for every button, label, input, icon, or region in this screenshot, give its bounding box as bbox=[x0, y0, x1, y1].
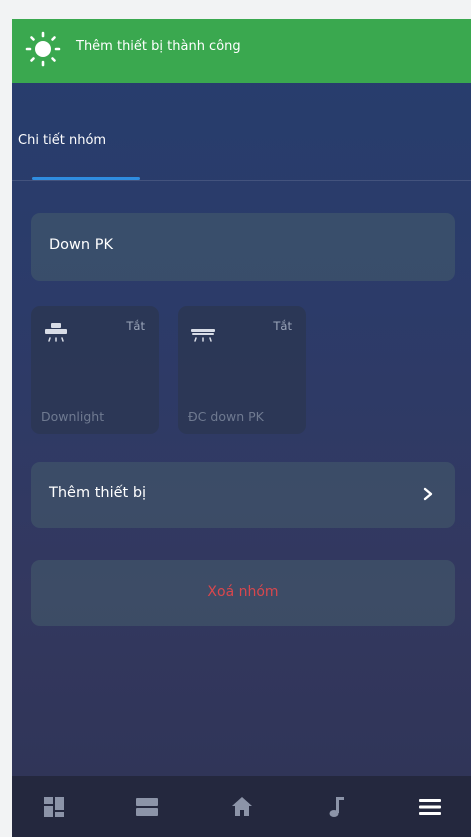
ceiling-ac-icon bbox=[191, 329, 215, 342]
device-state: Tắt bbox=[126, 319, 145, 333]
menu-icon[interactable] bbox=[417, 794, 443, 820]
tab-group-details[interactable]: Chi tiết nhóm bbox=[18, 133, 106, 148]
home-icon[interactable] bbox=[229, 794, 255, 820]
group-name-value: Down PK bbox=[49, 237, 113, 253]
downlight-icon bbox=[45, 323, 67, 342]
device-name: ĐC down PK bbox=[188, 409, 264, 424]
device-state: Tắt bbox=[273, 319, 292, 333]
app-screen: Thêm thiết bị thành công Chi tiết nhóm D… bbox=[12, 19, 471, 837]
list-icon[interactable] bbox=[134, 794, 160, 820]
delete-group-button[interactable]: Xoá nhóm bbox=[31, 560, 455, 626]
device-name: Downlight bbox=[41, 409, 105, 424]
device-tile-downlight[interactable]: Tắt Downlight bbox=[31, 306, 159, 434]
music-icon[interactable] bbox=[325, 794, 351, 820]
bottom-navigation bbox=[12, 776, 471, 837]
group-name-field[interactable]: Down PK bbox=[31, 213, 455, 281]
add-device-label: Thêm thiết bị bbox=[49, 485, 147, 501]
device-tile-dc-down-pk[interactable]: Tắt ĐC down PK bbox=[178, 306, 306, 434]
dashboard-icon[interactable] bbox=[41, 794, 67, 820]
chevron-right-icon bbox=[423, 487, 433, 501]
success-toast: Thêm thiết bị thành công bbox=[12, 19, 471, 83]
add-device-button[interactable]: Thêm thiết bị bbox=[31, 462, 455, 528]
toast-message: Thêm thiết bị thành công bbox=[76, 39, 241, 54]
tab-divider bbox=[12, 180, 471, 181]
sun-icon bbox=[25, 31, 61, 67]
delete-group-label: Xoá nhóm bbox=[207, 584, 279, 600]
tab-bar: Chi tiết nhóm bbox=[12, 83, 471, 181]
